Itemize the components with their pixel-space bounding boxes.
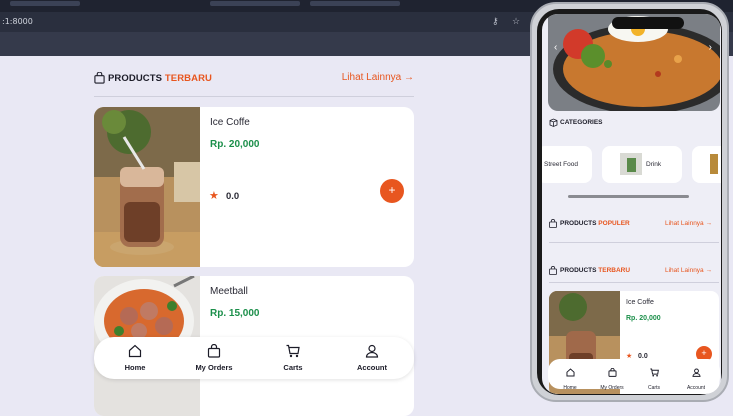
- section-title: PRODUCTS TERBARU: [108, 73, 212, 84]
- bottom-navigation: Home My Orders Carts Account: [94, 337, 414, 379]
- ice-coffee-image: [94, 107, 200, 267]
- category-more[interactable]: [692, 146, 721, 183]
- divider: [549, 282, 719, 283]
- nav-label: Account: [686, 385, 706, 391]
- shopping-bag-icon: [94, 72, 105, 84]
- product-price: Rp. 20,000: [626, 315, 661, 322]
- nav-label: Carts: [648, 385, 660, 391]
- browser-tab[interactable]: [10, 1, 80, 6]
- section-title-accent: TERBARU: [164, 73, 213, 84]
- phone-screen: ‹ › CATEGORIES Street Food Drink PRODUCT…: [542, 14, 721, 394]
- category-label: Street Food: [544, 161, 578, 168]
- category-drink[interactable]: Drink: [602, 146, 682, 183]
- title-accent: TERBARU: [598, 267, 631, 274]
- nav-label: My Orders: [195, 363, 233, 372]
- browser-tab[interactable]: [310, 1, 400, 6]
- nav-label: Home: [124, 363, 146, 372]
- nav-my-orders[interactable]: My Orders: [184, 344, 244, 372]
- product-name: Ice Coffe: [210, 117, 250, 128]
- user-icon: [691, 368, 701, 377]
- nav-label: Account: [357, 363, 387, 372]
- cart-icon: [649, 368, 659, 377]
- user-icon: [365, 344, 379, 358]
- address-text[interactable]: :1:8000: [2, 17, 33, 26]
- see-more-link[interactable]: Lihat Lainnya →: [342, 72, 414, 83]
- cart-icon: [286, 344, 300, 358]
- drink-image: [620, 153, 642, 175]
- product-name: Meetball: [210, 286, 248, 297]
- camera-notch: [612, 17, 684, 29]
- section-title-prefix: PRODUCTS: [108, 73, 163, 84]
- nav-home[interactable]: Home: [105, 344, 165, 372]
- star-icon: ★: [209, 190, 219, 202]
- nav-carts[interactable]: Carts: [634, 364, 674, 391]
- phone-mockup: ‹ › CATEGORIES Street Food Drink PRODUCT…: [530, 2, 729, 402]
- product-card[interactable]: Ice Coffe Rp. 20,000 ★ 0.0 +: [94, 107, 414, 267]
- divider: [94, 96, 414, 97]
- category-street-food[interactable]: Street Food: [542, 146, 592, 183]
- nav-label: Home: [563, 385, 577, 391]
- product-price: Rp. 15,000: [210, 308, 260, 319]
- title-prefix: PRODUCTS: [560, 267, 597, 274]
- key-icon[interactable]: ⚷: [492, 16, 499, 27]
- bag-icon: [607, 367, 617, 377]
- browser-tab[interactable]: [210, 1, 300, 6]
- nav-account[interactable]: Account: [342, 344, 402, 372]
- category-label: Drink: [646, 161, 662, 168]
- nav-home[interactable]: Home: [550, 364, 590, 391]
- category-image: [710, 154, 718, 174]
- nav-label: My Orders: [600, 385, 624, 391]
- star-outline-icon[interactable]: ☆: [512, 16, 520, 27]
- bag-icon: [207, 344, 221, 358]
- phone-bezel: ‹ › CATEGORIES Street Food Drink PRODUCT…: [537, 9, 722, 395]
- see-more-link[interactable]: Lihat Lainnya →: [665, 267, 712, 274]
- shopping-bag-icon: [549, 219, 557, 228]
- nav-account[interactable]: Account: [676, 364, 716, 391]
- chevron-left-icon[interactable]: ‹: [554, 42, 557, 53]
- product-name: Ice Coffe: [626, 299, 654, 306]
- product-price: Rp. 20,000: [210, 139, 260, 150]
- box-icon: [549, 118, 558, 127]
- chevron-right-icon[interactable]: ›: [709, 42, 712, 53]
- add-to-cart-button[interactable]: +: [380, 179, 404, 203]
- nav-my-orders[interactable]: My Orders: [592, 364, 632, 391]
- products-terbaru-title: PRODUCTS TERBARU: [560, 267, 630, 274]
- nav-label: Carts: [283, 363, 303, 372]
- title-accent: POPULER: [598, 220, 630, 227]
- categories-title: CATEGORIES: [560, 119, 603, 126]
- home-icon: [128, 344, 142, 358]
- horizontal-scrollbar[interactable]: [568, 195, 689, 198]
- shopping-bag-icon: [549, 266, 557, 275]
- phone-bottom-navigation: Home My Orders Carts Account: [548, 359, 720, 391]
- title-prefix: PRODUCTS: [560, 220, 597, 227]
- divider: [549, 242, 719, 243]
- nav-carts[interactable]: Carts: [263, 344, 323, 372]
- see-more-link[interactable]: Lihat Lainnya →: [665, 220, 712, 227]
- product-rating: 0.0: [226, 191, 240, 202]
- products-populer-title: PRODUCTS POPULER: [560, 220, 630, 227]
- home-icon: [565, 368, 575, 377]
- products-terbaru-header: PRODUCTS TERBARU Lihat Lainnya →: [94, 71, 414, 87]
